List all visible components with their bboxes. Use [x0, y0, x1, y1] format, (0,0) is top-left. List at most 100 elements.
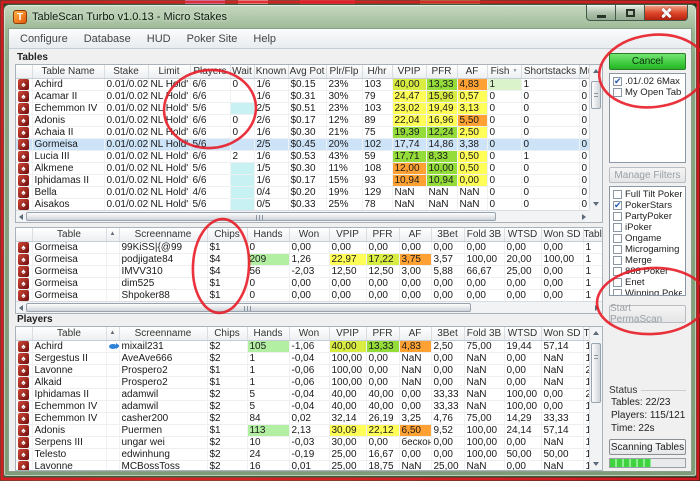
column-header[interactable]: Tables — [583, 228, 602, 242]
column-header[interactable]: Chips — [207, 228, 248, 242]
grid-row[interactable]: Adonis0.01/0.02NL Hold'6/602/6$0.1712%89… — [16, 114, 600, 127]
table-players-table[interactable]: Table ▲ Screenname Chips Hands Won VPIP PFR AF 3B… — [16, 228, 602, 307]
grid-row[interactable]: LavonneProspero2$11-0,06100,000,00NaN0,0… — [16, 364, 602, 377]
column-header[interactable]: AF — [457, 65, 488, 79]
column-header[interactable]: H/hr — [362, 65, 393, 79]
checkbox[interactable] — [613, 200, 622, 211]
checkbox-item[interactable]: Enet — [611, 277, 684, 288]
checkbox[interactable] — [613, 190, 622, 199]
scroll-right-icon[interactable] — [595, 304, 599, 311]
menu-item[interactable]: Database — [76, 31, 139, 47]
column-header[interactable]: VPIP — [392, 65, 427, 79]
grid-row[interactable]: Gormeisapodjigate84$42091,2622,9717,223,… — [16, 253, 602, 266]
checkbox-item[interactable]: My Open Tables — [611, 87, 684, 98]
column-header[interactable]: Won SD — [541, 228, 584, 242]
grid-row[interactable]: Gormeisadim525$100,000,000,000,000,000,0… — [16, 277, 602, 290]
column-header[interactable]: WTSD — [504, 228, 542, 242]
checkbox[interactable] — [613, 88, 622, 97]
checkbox-item[interactable]: PokerStars — [611, 200, 684, 211]
column-header[interactable]: ▲ — [106, 228, 120, 242]
column-header[interactable]: Screenname — [119, 327, 208, 341]
grid-row[interactable]: Serpens IIIungar wei$210-0,0330,000,00бе… — [16, 436, 602, 449]
poker-sites-list[interactable]: Full Tilt PokerPokerStarsPartyPokeriPoke… — [609, 186, 686, 296]
column-header[interactable]: ▲ — [106, 327, 120, 341]
column-header[interactable]: Hands — [247, 327, 290, 341]
minimize-button[interactable] — [586, 5, 616, 21]
column-header[interactable]: Fold 3B — [464, 327, 505, 341]
maximize-button[interactable] — [616, 5, 644, 21]
column-header[interactable]: Won — [289, 228, 330, 242]
column-header[interactable]: Wait — [230, 65, 255, 79]
column-header[interactable]: Table Name — [32, 65, 105, 79]
checkbox[interactable] — [613, 234, 622, 243]
menu-item[interactable]: Poker Site — [179, 31, 246, 47]
scroll-left-icon[interactable] — [19, 304, 23, 311]
grid-row[interactable]: Achaia II0.01/0.02NL Hold'6/601/6$0.3021… — [16, 126, 600, 139]
column-header[interactable]: AF — [399, 228, 432, 242]
cancel-button[interactable]: Cancel — [609, 53, 686, 70]
column-header[interactable]: VPIP — [329, 228, 367, 242]
column-header[interactable]: Limit — [148, 65, 191, 79]
column-header[interactable]: Chips — [207, 327, 248, 341]
column-header[interactable]: Table — [32, 327, 107, 341]
scrollbar-thumb[interactable] — [591, 343, 601, 403]
grid-row[interactable]: Alkmene0.01/0.02NL Hold'5/61/5$0.3011%10… — [16, 162, 600, 175]
menu-item[interactable]: Help — [245, 31, 284, 47]
grid-row[interactable]: Bella0.01/0.02NL Hold'4/60/4$0.2019%129N… — [16, 186, 600, 199]
column-header[interactable] — [16, 65, 33, 79]
vertical-scrollbar[interactable] — [589, 65, 602, 210]
column-header[interactable]: AF — [399, 327, 432, 341]
column-header[interactable]: Won SD — [541, 327, 584, 341]
grid-row[interactable]: Echemmon IVadamwil$25-0,0440,0040,000,00… — [16, 400, 602, 413]
scrollbar-thumb[interactable] — [591, 81, 601, 109]
scroll-up-icon[interactable] — [593, 331, 599, 335]
grid-row[interactable]: Achird0.01/0.02NL Hold'6/601/6$0.1523%10… — [16, 78, 600, 91]
checkbox[interactable] — [613, 76, 622, 87]
grid-row[interactable]: Achird mixail231$2105-1,0640,0013,334,832… — [16, 340, 602, 353]
checkbox[interactable] — [613, 289, 622, 295]
checkbox-item[interactable]: Full Tilt Poker — [611, 189, 684, 200]
column-header[interactable]: Fish — [487, 65, 522, 79]
filter-list[interactable]: .01/.02 6Max NLMy Open Tables — [609, 73, 686, 163]
column-header[interactable]: PFR — [426, 65, 458, 79]
column-header[interactable]: Screenname — [119, 228, 208, 242]
scrollbar-thumb[interactable] — [26, 303, 472, 312]
column-header[interactable] — [16, 228, 33, 242]
grid-row[interactable]: Adonis Puermen$11132,1330,0922,126,509,52… — [16, 424, 602, 437]
checkbox[interactable] — [613, 267, 622, 276]
scroll-right-icon[interactable] — [582, 213, 586, 220]
table-players-grid[interactable]: Table ▲ Screenname Chips Hands Won VPIP PFR AF 3B… — [15, 227, 603, 314]
menu-item[interactable]: Configure — [12, 31, 76, 47]
scroll-down-icon[interactable] — [593, 202, 599, 206]
grid-row[interactable]: Iphidamas IIadamwil$25-0,0440,0040,000,0… — [16, 388, 602, 401]
start-permascan-button[interactable]: Start PermaScan — [609, 303, 686, 325]
column-header[interactable]: Shortstacks — [521, 65, 580, 79]
column-header[interactable] — [16, 327, 33, 341]
grid-row[interactable]: LavonneMCBossToss$2160,0125,0018,75NaN25… — [16, 460, 602, 470]
column-header[interactable]: WTSD — [504, 327, 542, 341]
column-header[interactable]: Plr/Flp — [326, 65, 363, 79]
grid-row[interactable]: GormeisaShpoker88$100,000,000,000,000,00… — [16, 289, 602, 302]
checkbox-item[interactable]: iPoker — [611, 222, 684, 233]
checkbox-item[interactable]: .01/.02 6Max NL — [611, 76, 684, 87]
grid-row[interactable]: Aisakos0.01/0.02NL Hold'5/6 0/5$0.3325%78… — [16, 198, 600, 211]
close-button[interactable] — [644, 5, 688, 21]
column-header[interactable]: Stake — [104, 65, 149, 79]
grid-row[interactable]: Echemmon IV casher200$2840,0232,1426,193,… — [16, 412, 602, 425]
horizontal-scrollbar[interactable] — [16, 301, 602, 313]
checkbox-item[interactable]: Ongame — [611, 233, 684, 244]
manage-filters-button[interactable]: Manage Filters — [609, 167, 686, 183]
grid-row[interactable]: GormeisaIMVV310$456-2,0312,5012,503,005,… — [16, 265, 602, 278]
grid-row[interactable]: Iphidamas II0.01/0.02NL Hold'6/6 1/6$0.17… — [16, 174, 600, 187]
grid-row[interactable]: Sergestus IIAveAve666$21-0,04100,000,00N… — [16, 352, 602, 365]
checkbox[interactable] — [613, 256, 622, 265]
checkbox-item[interactable]: Merge — [611, 255, 684, 266]
players-grid[interactable]: Table ▲ Screenname Chips Hands Won VPIP PFR AF 3B… — [15, 326, 603, 471]
grid-row[interactable]: Lucia III0.01/0.02NL Hold'6/621/6$0.5343… — [16, 150, 600, 163]
checkbox[interactable] — [613, 223, 622, 232]
column-header[interactable]: 3Bet — [431, 228, 465, 242]
checkbox[interactable] — [613, 278, 622, 287]
column-header[interactable]: PFR — [366, 327, 400, 341]
grid-row[interactable]: Gormeisa0.01/0.02NL Hold'5/62/5$0.4520%1… — [16, 138, 600, 151]
grid-row[interactable]: Acamar II0.01/0.02NL Hold'6/6 1/6$0.3130%… — [16, 90, 600, 103]
